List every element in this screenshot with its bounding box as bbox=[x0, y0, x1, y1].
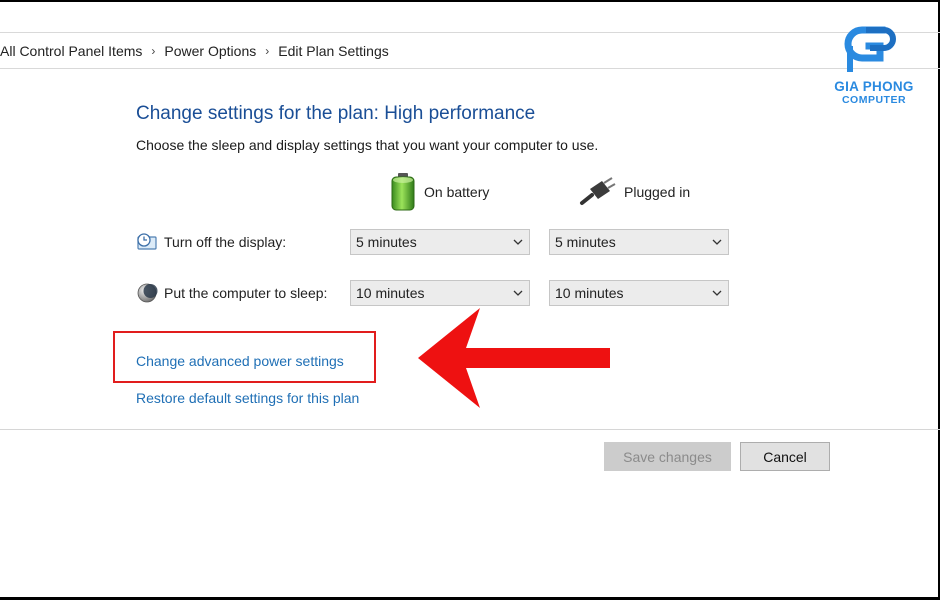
red-arrow-annotation bbox=[418, 308, 610, 408]
power-plug-icon bbox=[580, 177, 616, 205]
gia-phong-logo: GIA PHONG COMPUTER bbox=[826, 24, 922, 108]
chevron-right-icon: › bbox=[151, 43, 156, 58]
footer-divider bbox=[0, 429, 940, 430]
chevron-right-icon: › bbox=[265, 43, 270, 58]
display-on-battery-value: 5 minutes bbox=[356, 234, 417, 250]
column-header-plugged-in: Plugged in bbox=[578, 172, 690, 212]
plugged-in-label: Plugged in bbox=[624, 184, 691, 200]
page-title: Change settings for the plan: High perfo… bbox=[136, 103, 536, 124]
chevron-down-icon bbox=[706, 230, 728, 254]
cancel-button[interactable]: Cancel bbox=[740, 442, 830, 471]
display-plugged-in-select[interactable]: 5 minutes bbox=[549, 229, 729, 255]
chevron-down-icon bbox=[507, 230, 529, 254]
gia-phong-logo-mark bbox=[844, 26, 896, 72]
sleep-label: Put the computer to sleep: bbox=[164, 285, 328, 301]
page-subtitle: Choose the sleep and display settings th… bbox=[136, 137, 599, 153]
breadcrumb: All Control Panel Items › Power Options … bbox=[0, 32, 940, 69]
on-battery-label: On battery bbox=[424, 184, 490, 200]
chevron-down-icon bbox=[706, 281, 728, 305]
breadcrumb-power-options[interactable]: Power Options bbox=[164, 43, 256, 59]
breadcrumb-edit-plan-settings[interactable]: Edit Plan Settings bbox=[278, 43, 389, 59]
sleep-on-battery-value: 10 minutes bbox=[356, 285, 425, 301]
window-top-border bbox=[0, 0, 940, 2]
restore-default-settings-link[interactable]: Restore default settings for this plan bbox=[136, 390, 359, 406]
save-changes-button[interactable]: Save changes bbox=[604, 442, 731, 471]
logo-subtitle: COMPUTER bbox=[841, 94, 907, 106]
sleep-row-label: Put the computer to sleep: bbox=[136, 282, 327, 304]
display-on-battery-select[interactable]: 5 minutes bbox=[350, 229, 530, 255]
sleep-plugged-in-value: 10 minutes bbox=[555, 285, 624, 301]
moon-icon bbox=[137, 283, 158, 303]
display-timer-icon bbox=[137, 233, 157, 250]
display-plugged-in-value: 5 minutes bbox=[555, 234, 616, 250]
breadcrumb-all-control-panel-items[interactable]: All Control Panel Items bbox=[0, 43, 142, 59]
logo-name: GIA PHONG bbox=[834, 79, 914, 94]
turn-off-display-label: Turn off the display: bbox=[164, 234, 287, 250]
battery-icon bbox=[391, 173, 415, 211]
turn-off-display-row-label: Turn off the display: bbox=[136, 231, 286, 253]
chevron-down-icon bbox=[507, 281, 529, 305]
sleep-on-battery-select[interactable]: 10 minutes bbox=[350, 280, 530, 306]
column-header-on-battery: On battery bbox=[390, 172, 489, 212]
sleep-plugged-in-select[interactable]: 10 minutes bbox=[549, 280, 729, 306]
change-advanced-power-settings-link[interactable]: Change advanced power settings bbox=[136, 353, 344, 369]
